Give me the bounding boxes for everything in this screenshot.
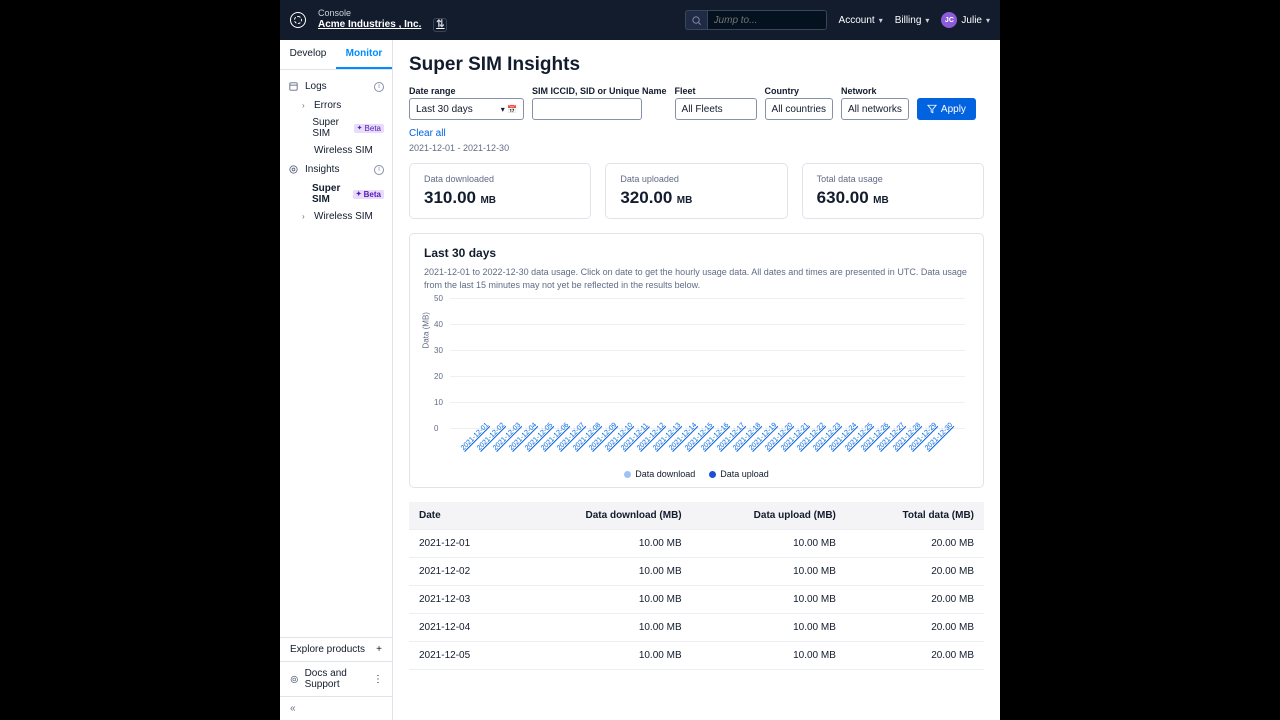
docs-support[interactable]: Docs and Support ⋮ — [280, 661, 392, 696]
brand-logo-icon[interactable] — [290, 12, 306, 28]
column-header: Data upload (MB) — [692, 502, 846, 530]
x-axis-date-link[interactable]: 2021-12-30 — [924, 437, 949, 462]
table-row[interactable]: 2021-12-0110.00 MB10.00 MB20.00 MB — [409, 530, 984, 558]
country-select[interactable]: All countries — [765, 98, 833, 120]
legend-upload: Data upload — [709, 469, 769, 479]
collapse-sidebar[interactable]: « — [280, 696, 392, 720]
date-range-select[interactable]: Last 30 days ▾ 📅 — [409, 98, 524, 120]
y-axis-label: Data (MB) — [422, 312, 431, 348]
sidebar: Develop Monitor Logs i ›ErrorsSuper SIM … — [280, 40, 393, 720]
date-range-sub: 2021-12-01 - 2021-12-30 — [409, 143, 984, 153]
apply-button[interactable]: Apply — [917, 98, 976, 120]
country-label: Country — [765, 86, 833, 96]
logs-icon — [288, 81, 299, 92]
search-icon[interactable] — [685, 10, 707, 30]
usage-table: DateData download (MB)Data upload (MB)To… — [409, 502, 984, 670]
info-icon[interactable]: i — [374, 165, 384, 175]
chart-description: 2021-12-01 to 2022-12-30 data usage. Cli… — [424, 266, 969, 291]
filter-icon — [927, 104, 937, 114]
tab-monitor[interactable]: Monitor — [336, 40, 392, 69]
fleet-select[interactable]: All Fleets — [675, 98, 757, 120]
table-row[interactable]: 2021-12-0510.00 MB10.00 MB20.00 MB — [409, 642, 984, 670]
chart-title: Last 30 days — [424, 246, 969, 260]
nav-item[interactable]: Super SIM Beta — [280, 114, 392, 142]
org-switcher[interactable]: Acme Industries , Inc. ⇅ — [318, 18, 447, 32]
metric-card: Total data usage630.00 MB — [802, 163, 984, 219]
column-header: Date — [409, 502, 516, 530]
table-row[interactable]: 2021-12-0210.00 MB10.00 MB20.00 MB — [409, 558, 984, 586]
billing-menu[interactable]: Billing▾ — [895, 15, 930, 26]
nav-logs[interactable]: Logs i — [280, 76, 392, 97]
topbar: Console Acme Industries , Inc. ⇅ Account… — [280, 0, 1000, 40]
metric-card: Data downloaded310.00 MB — [409, 163, 591, 219]
network-select[interactable]: All networks — [841, 98, 909, 120]
filter-bar: Date range Last 30 days ▾ 📅 SIM ICCID, S… — [409, 86, 984, 139]
nav-insights[interactable]: Insights i — [280, 159, 392, 180]
column-header: Data download (MB) — [516, 502, 691, 530]
lifebuoy-icon — [290, 674, 299, 685]
table-row[interactable]: 2021-12-0310.00 MB10.00 MB20.00 MB — [409, 586, 984, 614]
account-menu[interactable]: Account▾ — [839, 15, 883, 26]
table-row[interactable]: 2021-12-0410.00 MB10.00 MB20.00 MB — [409, 614, 984, 642]
metric-card: Data uploaded320.00 MB — [605, 163, 787, 219]
nav-item[interactable]: Super SIM Beta — [280, 180, 392, 208]
user-menu[interactable]: JC Julie▾ — [941, 12, 990, 28]
nav-item[interactable]: ›Wireless SIM — [280, 208, 392, 225]
chart-panel: Last 30 days 2021-12-01 to 2022-12-30 da… — [409, 233, 984, 488]
column-header: Total data (MB) — [846, 502, 984, 530]
nav-item[interactable]: Wireless SIM — [280, 142, 392, 159]
org-switch-icon[interactable]: ⇅ — [433, 18, 447, 32]
sim-label: SIM ICCID, SID or Unique Name — [532, 86, 667, 96]
search-input[interactable] — [707, 10, 827, 30]
plus-icon: + — [376, 644, 382, 655]
console-label: Console — [318, 8, 447, 19]
fleet-label: Fleet — [675, 86, 757, 96]
clear-all-button[interactable]: Clear all — [409, 128, 446, 139]
more-icon[interactable]: ⋮ — [373, 674, 382, 685]
legend-download: Data download — [624, 469, 695, 479]
nav-item[interactable]: ›Errors — [280, 97, 392, 114]
insights-icon — [288, 164, 299, 175]
chevron-down-icon: ▾ 📅 — [501, 105, 517, 114]
explore-products[interactable]: Explore products + — [280, 637, 392, 661]
date-range-label: Date range — [409, 86, 524, 96]
page-title: Super SIM Insights — [409, 54, 984, 76]
info-icon[interactable]: i — [374, 82, 384, 92]
tab-develop[interactable]: Develop — [280, 40, 336, 69]
avatar: JC — [941, 12, 957, 28]
network-label: Network — [841, 86, 909, 96]
sim-input[interactable] — [532, 98, 642, 120]
